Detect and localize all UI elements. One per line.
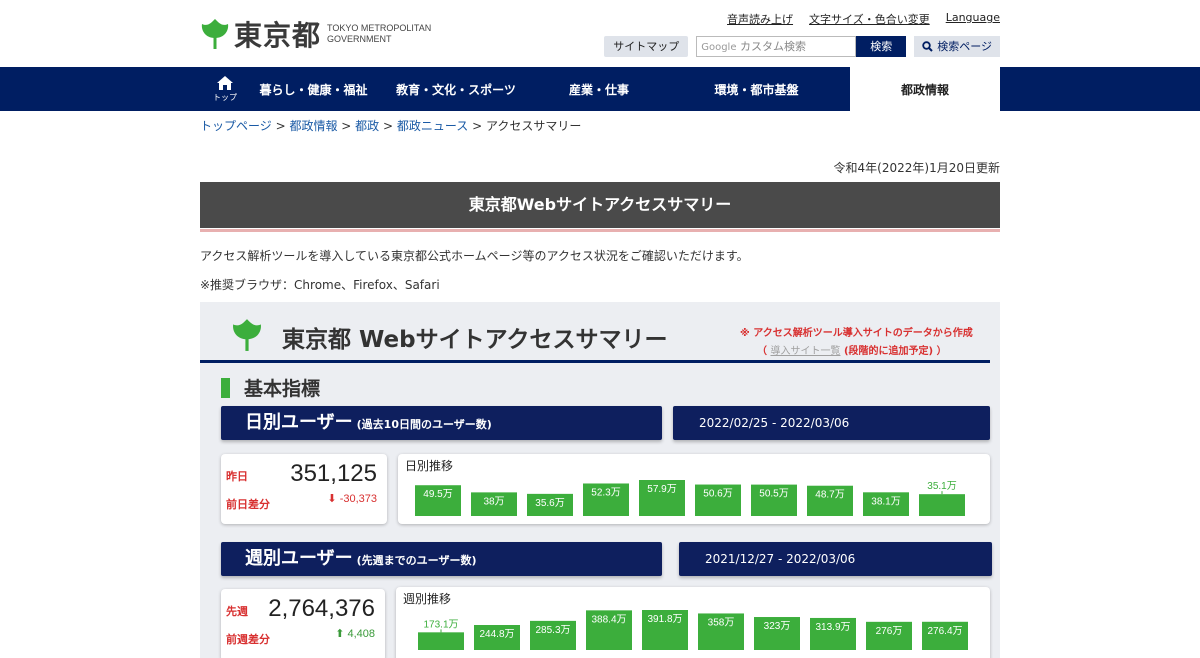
access-summary-panel: 東京都 Webサイトアクセスサマリー ※ アクセス解析ツール導入サイトのデータか…: [200, 302, 1000, 658]
up-arrow-icon: ⬆: [335, 628, 345, 640]
chart-data-label: 285.3万: [535, 625, 570, 636]
panel-title: 東京都 Webサイトアクセスサマリー: [282, 327, 668, 353]
chart-data-label: 38万: [483, 496, 504, 507]
search-placeholder: カスタム検索: [739, 40, 806, 53]
daily-kpi-label: 昨日: [226, 470, 248, 483]
breadcrumb-news[interactable]: 都政ニュース: [397, 119, 468, 133]
panel-header: 東京都 Webサイトアクセスサマリー ※ アクセス解析ツール導入サイトのデータか…: [200, 302, 1000, 364]
chart-data-label: 276.4万: [927, 626, 962, 637]
home-icon: [217, 76, 233, 90]
breadcrumb-top[interactable]: トップページ: [200, 119, 272, 133]
weekly-kpi-card: 先週 2,764,376 前週差分 ⬆ 4,408: [221, 589, 385, 658]
panel-note: ※ アクセス解析ツール導入サイトのデータから作成: [740, 328, 973, 339]
panel-note-sites: （ 導入サイト一覧 (段階的に追加予定) ）: [757, 346, 947, 357]
daily-bar-chart: 49.5万 38万 35.6万 52.3万 57.9万 50.6万 50.5万 48.7万 38…: [415, 480, 965, 516]
chart-data-label: 49.5万: [423, 489, 452, 500]
search-page-button[interactable]: 検索ページ: [914, 36, 1000, 57]
chart-data-label: 57.9万: [647, 484, 676, 495]
breadcrumb-government[interactable]: 都政: [355, 119, 379, 133]
nav-item-environment[interactable]: 環境・都市基盤: [663, 67, 850, 111]
nav-item-education[interactable]: 教育・文化・スポーツ: [377, 67, 535, 111]
recommended-browsers: ※推奨ブラウザ：Chrome、Firefox、Safari: [200, 278, 440, 292]
chart-data-label: 50.5万: [759, 489, 788, 500]
magnifier-icon: [922, 41, 933, 52]
tokyo-logo[interactable]: 東京都 TOKYO METROPOLITAN GOVERNMENT: [200, 14, 431, 54]
global-nav: トップ 暮らし・健康・福祉 教育・文化・スポーツ 産業・仕事 環境・都市基盤 都…: [0, 67, 1200, 111]
chart-bar: [919, 494, 965, 516]
daily-diff: ⬇ -30,373: [327, 492, 377, 505]
weekly-kpi-value: 2,764,376: [268, 595, 375, 622]
panel-divider: [200, 360, 990, 363]
site-list-link[interactable]: 導入サイト一覧: [770, 346, 840, 357]
daily-kpi-value: 351,125: [290, 460, 377, 487]
section-marker: [221, 377, 230, 398]
title-underline: [200, 229, 1000, 232]
text-size-color-link[interactable]: 文字サイズ・色合い変更: [809, 11, 930, 27]
chart-data-label: 391.8万: [647, 614, 682, 625]
google-label: Google: [701, 42, 737, 53]
daily-diff-label: 前日差分: [226, 498, 270, 511]
search-input[interactable]: Google カスタム検索: [696, 36, 857, 57]
nav-home-label: トップ: [213, 93, 237, 102]
daily-kpi-card: 昨日 351,125 前日差分 ⬇ -30,373: [221, 454, 387, 524]
page-title: 東京都Webサイトアクセスサマリー: [200, 182, 1000, 228]
ginkgo-logo-icon: [233, 319, 261, 351]
logo-text: 東京都: [234, 19, 322, 52]
utility-links: 音声読み上げ 文字サイズ・色合い変更 Language: [727, 11, 1000, 27]
section-heading: 基本指標: [221, 374, 320, 401]
section-title: 基本指標: [244, 378, 321, 400]
daily-date-range: 2022/02/25 - 2022/03/06: [673, 406, 990, 440]
chart-data-label: 276万: [876, 626, 903, 637]
weekly-kpi-label: 先週: [226, 605, 248, 618]
search-page-label: 検索ページ: [937, 40, 992, 53]
chart-data-label: 323万: [764, 621, 791, 632]
chart-data-label: 35.1万: [927, 481, 956, 492]
weekly-users-subtitle: (先週までのユーザー数): [356, 554, 477, 567]
chart-data-label: 52.3万: [591, 487, 620, 498]
daily-users-header: 日別ユーザー (過去10日間のユーザー数): [221, 406, 662, 440]
weekly-chart-card: 週別推移 173.1万 244.8万 285.3万 388.4万 391.8万 358万 3…: [396, 587, 990, 658]
sitemap-button[interactable]: サイトマップ: [604, 36, 689, 57]
nav-item-living[interactable]: 暮らし・健康・福祉: [250, 67, 377, 111]
weekly-users-header: 週別ユーザー (先週までのユーザー数): [221, 542, 662, 576]
updated-date: 令和4年(2022年)1月20日更新: [833, 161, 1000, 175]
site-header: 東京都 TOKYO METROPOLITAN GOVERNMENT 音声読み上げ…: [0, 0, 1200, 68]
chart-data-label: 244.8万: [479, 629, 514, 640]
chart-data-label: 313.9万: [815, 622, 850, 633]
down-arrow-icon: ⬇: [327, 493, 337, 505]
chart-data-label: 388.4万: [591, 614, 626, 625]
chart-data-label: 358万: [708, 617, 735, 628]
daily-users-subtitle: (過去10日間のユーザー数): [356, 418, 492, 431]
weekly-date-range: 2021/12/27 - 2022/03/06: [679, 542, 992, 576]
nav-home[interactable]: トップ: [200, 67, 250, 111]
nav-item-government[interactable]: 都政情報: [850, 67, 1000, 111]
language-link[interactable]: Language: [946, 11, 1000, 27]
read-aloud-link[interactable]: 音声読み上げ: [727, 11, 793, 27]
weekly-bar-chart: 173.1万 244.8万 285.3万 388.4万 391.8万 358万 323万 31…: [418, 610, 968, 650]
daily-users-title: 日別ユーザー: [245, 412, 353, 433]
chart-data-label: 50.6万: [703, 489, 732, 500]
weekly-users-title: 週別ユーザー: [245, 548, 353, 569]
chart-bar: [418, 632, 464, 650]
ginkgo-logo-icon: [201, 19, 229, 49]
breadcrumb-current: アクセスサマリー: [485, 119, 582, 133]
search-row: サイトマップ Google カスタム検索 検索 検索ページ: [604, 36, 1000, 57]
weekly-diff-value: 4,408: [347, 628, 375, 640]
breadcrumb-government-info[interactable]: 都政情報: [289, 119, 337, 133]
daily-chart-card: 日別推移 49.5万 38万 35.6万 52.3万 57.9万 50.6万 50.5万 48…: [398, 454, 990, 524]
weekly-diff-label: 前週差分: [226, 633, 270, 646]
search-button[interactable]: 検索: [856, 36, 907, 57]
chart-data-label: 35.6万: [535, 498, 564, 509]
logo-english: TOKYO METROPOLITAN GOVERNMENT: [327, 23, 432, 44]
nav-item-industry[interactable]: 産業・仕事: [535, 67, 663, 111]
weekly-diff: ⬆ 4,408: [335, 627, 375, 640]
intro-text: アクセス解析ツールを導入している東京都公式ホームページ等のアクセス状況をご確認い…: [200, 249, 749, 263]
daily-diff-value: -30,373: [339, 493, 377, 505]
chart-data-label: 48.7万: [815, 490, 844, 501]
chart-data-label: 173.1万: [423, 619, 458, 630]
breadcrumb: トップページ > 都政情報 > 都政 > 都政ニュース > アクセスサマリー: [200, 119, 582, 133]
chart-data-label: 38.1万: [871, 496, 900, 507]
